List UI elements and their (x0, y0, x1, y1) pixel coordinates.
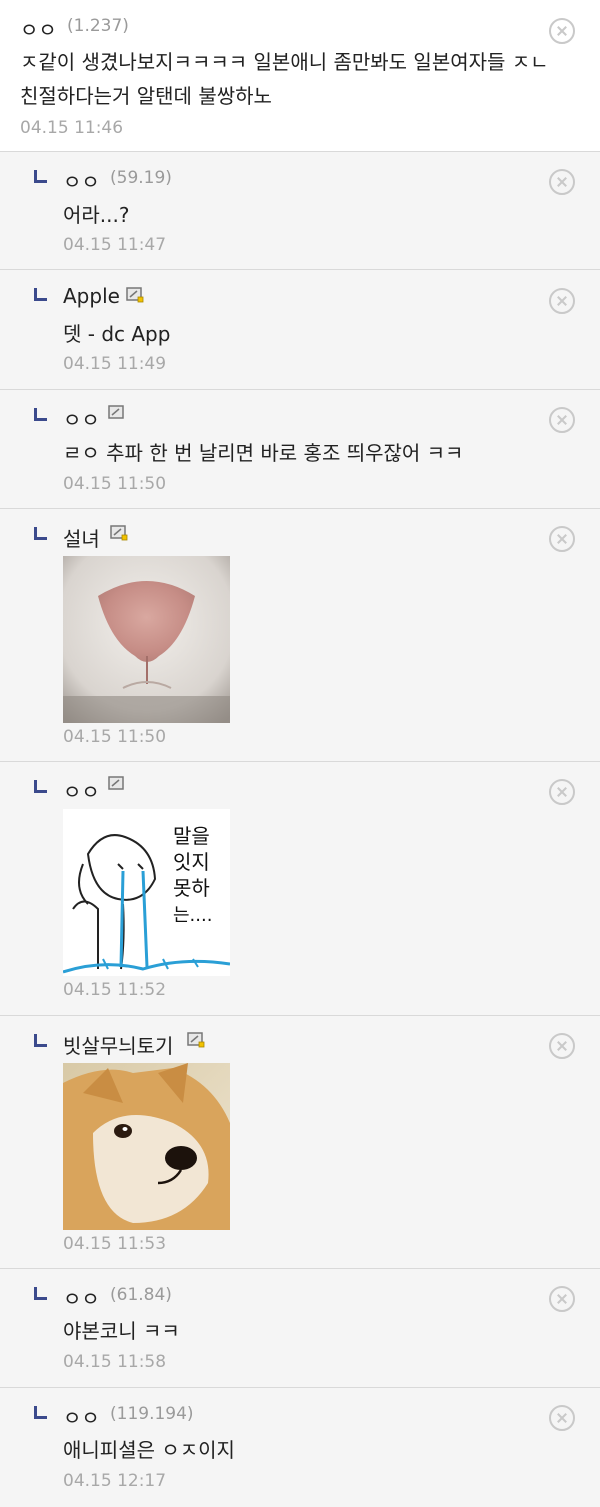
reply-icon (34, 527, 48, 540)
delete-icon[interactable] (549, 1033, 575, 1059)
reply-item: ㅇㅇ ㄹㅇ 추파 한 번 날리면 바로 홍조 띄우잖어 ㅋㅋ 04.15 11:… (0, 390, 600, 509)
delete-icon[interactable] (549, 526, 575, 552)
doge-image (63, 1063, 230, 1230)
delete-icon[interactable] (549, 18, 575, 44)
comment-author[interactable]: 빗살무늬토기 (63, 1030, 173, 1059)
reply-icon (34, 1406, 48, 1419)
comment-date: 04.15 11:50 (63, 727, 167, 747)
comment-ip: (61.84) (110, 1285, 172, 1305)
comment-date: 04.15 11:47 (63, 235, 167, 255)
reply-item: ㅇㅇ (61.84) 야본코니 ㅋㅋ 04.15 11:58 (0, 1269, 600, 1388)
dccon-caption-line3: 못하 (173, 876, 210, 900)
comment-author[interactable]: ㅇㅇ (63, 1402, 100, 1431)
dccon-caption-line1: 말을 (173, 824, 210, 848)
comment-author[interactable]: ㅇㅇ (20, 14, 57, 43)
comment-ip: (119.194) (110, 1404, 194, 1424)
comment-ip: (59.19) (110, 168, 172, 188)
fixed-nick-icon (126, 287, 144, 303)
comment-author[interactable]: Apple (63, 284, 120, 308)
reply-item: Apple 뎃 - dc App 04.15 11:49 (0, 270, 600, 390)
delete-icon[interactable] (549, 288, 575, 314)
reply-icon (34, 1034, 48, 1047)
reply-icon (34, 170, 48, 183)
fixed-nick-icon (187, 1032, 205, 1048)
delete-icon[interactable] (549, 1405, 575, 1431)
dccon-caption-line2: 잇지 (173, 850, 210, 874)
reply-item: ㅇㅇ (59.19) 어라...? 04.15 11:47 (0, 152, 600, 270)
comment-author[interactable]: ㅇㅇ (63, 1283, 100, 1312)
comment-body-line2: 친절하다는거 알탠데 불쌍하노 (20, 84, 272, 108)
reply-item: 빗살무늬토기 04.15 11:53 (0, 1016, 600, 1269)
delete-icon[interactable] (549, 1286, 575, 1312)
comment-author[interactable]: 설녀 (63, 523, 100, 552)
comment-author[interactable]: ㅇㅇ (63, 166, 100, 195)
comment-date: 04.15 11:46 (20, 118, 124, 138)
comment-body: 어라...? (63, 203, 130, 227)
reply-icon (34, 408, 48, 421)
comment-body: ㅈ같이 생겼나보지ㅋㅋㅋㅋ 일본애니 좀만봐도 일본여자들 ㅈㄴ (20, 50, 549, 74)
delete-icon[interactable] (549, 779, 575, 805)
comment-date: 04.15 11:58 (63, 1352, 167, 1372)
dccon-caption-line4: 는.... (173, 905, 212, 926)
comment-author[interactable]: ㅇㅇ (63, 776, 100, 805)
reply-item: 설녀 04.15 11:50 (0, 509, 600, 762)
comment-date: 04.15 11:52 (63, 980, 167, 1000)
comment-body: 뎃 - dc App (63, 322, 171, 346)
fixed-nick-icon (108, 405, 124, 419)
delete-icon[interactable] (549, 407, 575, 433)
comment-body: 야본코니 ㅋㅋ (63, 1319, 180, 1343)
comment-ip: (1.237) (67, 16, 129, 36)
comment-date: 04.15 11:50 (63, 474, 167, 494)
reply-item: ㅇㅇ (119.194) 애니피셜은 ㅇㅈ이지 04.15 12:17 (0, 1388, 600, 1507)
delete-icon[interactable] (549, 169, 575, 195)
comment-date: 04.15 11:49 (63, 354, 167, 374)
comment-item: ㅇㅇ (1.237) ㅈ같이 생겼나보지ㅋㅋㅋㅋ 일본애니 좀만봐도 일본여자들… (0, 0, 600, 152)
nose-closeup-image (63, 556, 230, 723)
comment-date: 04.15 11:53 (63, 1234, 167, 1254)
fixed-nick-icon (108, 776, 124, 790)
comment-author[interactable]: ㅇㅇ (63, 404, 100, 433)
reply-icon (34, 288, 48, 301)
comment-date: 04.15 12:17 (63, 1471, 167, 1491)
reply-icon (34, 1287, 48, 1300)
reply-icon (34, 780, 48, 793)
crying-doodle-image: 말을 잇지 못하 는.... (63, 809, 230, 976)
comment-body: 애니피셜은 ㅇㅈ이지 (63, 1438, 235, 1462)
fixed-nick-icon (110, 525, 128, 541)
reply-item: ㅇㅇ 말을 잇지 못하 는.... 04.15 11:52 (0, 762, 600, 1016)
comment-body: ㄹㅇ 추파 한 번 날리면 바로 홍조 띄우잖어 ㅋㅋ (63, 441, 464, 465)
